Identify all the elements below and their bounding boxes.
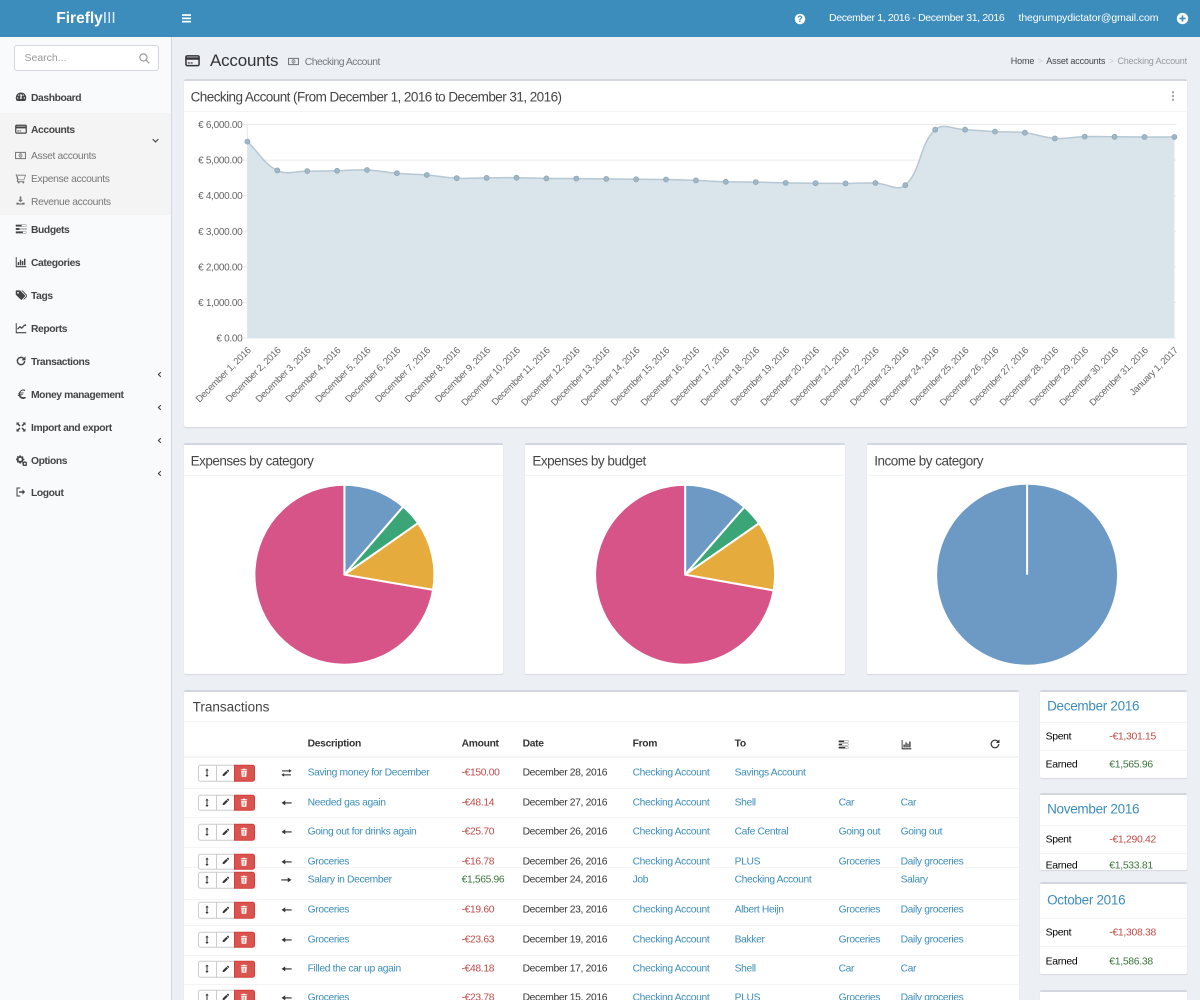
svg-text:€ 5,000.00: € 5,000.00 [198, 156, 243, 167]
svg-text:€ 1,000.00: € 1,000.00 [198, 298, 243, 309]
svg-text:€ 2,000.00: € 2,000.00 [198, 262, 243, 273]
svg-text:€ 4,000.00: € 4,000.00 [198, 191, 243, 202]
svg-text:?: ? [797, 14, 803, 24]
svg-text:€ 6,000.00: € 6,000.00 [198, 120, 243, 131]
svg-text:€ 3,000.00: € 3,000.00 [198, 227, 243, 238]
svg-text:€ 0.00: € 0.00 [216, 334, 243, 345]
